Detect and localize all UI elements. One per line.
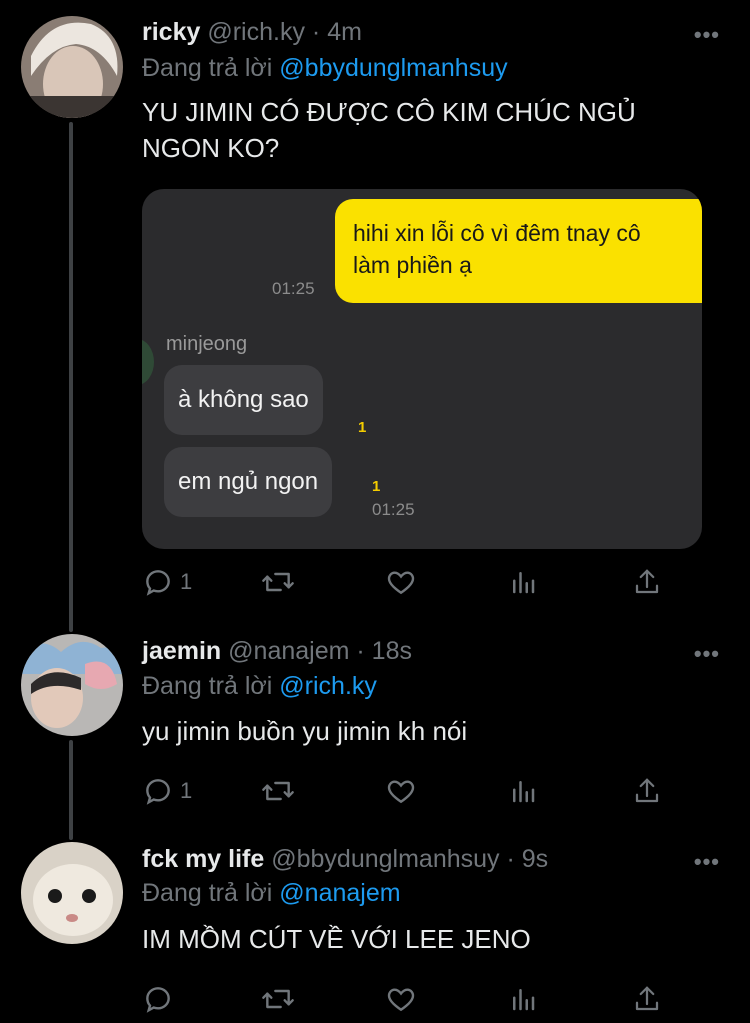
views-button[interactable]	[508, 982, 538, 1016]
reply-button[interactable]	[142, 982, 174, 1016]
timestamp[interactable]: 9s	[522, 845, 548, 873]
replying-to: Đang trả lời @rich.ky	[142, 671, 377, 701]
reply-icon	[146, 987, 170, 1013]
heart-icon	[387, 988, 415, 1012]
mention-link[interactable]: @bbydunglmanhsuy	[279, 54, 507, 82]
tweet-text-line: YU JIMIN CÓ ĐƯỢC CÔ KIM CHÚC NGỦ	[142, 97, 636, 127]
display-name[interactable]: fck my life	[142, 845, 264, 873]
reply-button[interactable]: 1	[142, 565, 192, 599]
unread-count: 1	[372, 478, 381, 495]
reply-icon	[146, 570, 170, 596]
reply-count: 1	[180, 778, 193, 803]
tweet[interactable]: fck my life @bbydunglmanhsuy · 9s ••• Đa…	[0, 830, 750, 1023]
sent-message-line: hihi xin lỗi cô vì đêm tnay cô	[353, 220, 641, 246]
reply-count: 1	[180, 569, 193, 594]
like-button[interactable]	[385, 982, 417, 1016]
timestamp[interactable]: 18s	[372, 637, 412, 665]
sent-message-bubble: hihi xin lỗi cô vì đêm tnay cô làm phiền…	[335, 199, 702, 303]
share-button[interactable]	[632, 982, 662, 1016]
replying-to: Đang trả lời @bbydunglmanhsuy	[142, 53, 508, 83]
received-message-bubble: à không sao	[164, 365, 323, 435]
analytics-icon	[513, 572, 535, 594]
tweet-actions	[142, 982, 682, 1016]
heart-icon	[387, 571, 415, 595]
tweet-text: yu jimin buồn yu jimin kh nói	[142, 716, 468, 746]
like-button[interactable]	[385, 774, 417, 808]
tweet-text: YU JIMIN CÓ ĐƯỢC CÔ KIM CHÚC NGỦ NGON KO…	[142, 94, 636, 166]
tweet-header: jaemin @nanajem · 18s	[142, 636, 412, 666]
tweet[interactable]: jaemin @nanajem · 18s ••• Đang trả lời @…	[0, 620, 750, 830]
avatar[interactable]	[21, 16, 123, 118]
retweet-button[interactable]	[260, 774, 296, 808]
analytics-icon	[513, 781, 535, 803]
retweet-button[interactable]	[260, 565, 296, 599]
mention-link[interactable]: @rich.ky	[279, 672, 377, 700]
tweet-actions: 1	[142, 774, 682, 808]
retweet-button[interactable]	[260, 982, 296, 1016]
share-icon	[635, 986, 659, 1011]
views-button[interactable]	[508, 774, 538, 808]
display-name[interactable]: ricky	[142, 18, 200, 46]
attached-image[interactable]: hihi xin lỗi cô vì đêm tnay cô làm phiền…	[142, 189, 702, 549]
contact-avatar	[142, 339, 154, 385]
retweet-icon	[262, 989, 294, 1009]
reply-button[interactable]: 1	[142, 774, 192, 808]
sent-message-line: làm phiền ạ	[353, 252, 472, 278]
separator-dot: ·	[506, 845, 515, 873]
more-options-icon[interactable]: •••	[694, 641, 720, 667]
avatar[interactable]	[21, 634, 123, 736]
replying-to-label: Đang trả lời	[142, 672, 273, 700]
retweet-icon	[262, 781, 294, 801]
mention-link[interactable]: @nanajem	[279, 879, 400, 907]
tweet-header: ricky @rich.ky · 4m	[142, 17, 362, 47]
username[interactable]: @bbydunglmanhsuy	[271, 845, 499, 873]
tweet-actions: 1	[142, 565, 682, 599]
analytics-icon	[513, 989, 535, 1011]
share-button[interactable]	[632, 565, 662, 599]
retweet-icon	[262, 572, 294, 592]
tweet-text: IM MỒM CÚT VỀ VỚI LEE JENO	[142, 924, 531, 954]
display-name[interactable]: jaemin	[142, 637, 221, 665]
replying-to-label: Đang trả lời	[142, 879, 273, 907]
separator-dot: ·	[311, 18, 321, 46]
replying-to: Đang trả lời @nanajem	[142, 878, 401, 908]
separator-dot: ·	[356, 637, 365, 665]
share-icon	[635, 778, 659, 803]
avatar[interactable]	[21, 842, 123, 944]
like-button[interactable]	[385, 565, 417, 599]
more-options-icon[interactable]: •••	[694, 22, 720, 48]
sender-name: minjeong	[166, 333, 248, 355]
tweet-header: fck my life @bbydunglmanhsuy · 9s	[142, 844, 548, 874]
tweet[interactable]: ricky @rich.ky · 4m ••• Đang trả lời @bb…	[0, 0, 750, 620]
username[interactable]: @rich.ky	[207, 18, 305, 46]
username[interactable]: @nanajem	[228, 637, 349, 665]
message-time: 01:25	[372, 500, 415, 519]
share-button[interactable]	[632, 774, 662, 808]
tweet-text-line: NGON KO?	[142, 133, 280, 163]
heart-icon	[387, 780, 415, 804]
reply-icon	[146, 779, 170, 805]
share-icon	[635, 569, 659, 594]
message-time: 01:25	[272, 279, 315, 298]
replying-to-label: Đang trả lời	[142, 54, 273, 82]
received-message-bubble: em ngủ ngon	[164, 447, 333, 517]
views-button[interactable]	[508, 565, 538, 599]
more-options-icon[interactable]: •••	[694, 849, 720, 875]
timestamp[interactable]: 4m	[327, 18, 362, 46]
unread-count: 1	[358, 419, 367, 436]
